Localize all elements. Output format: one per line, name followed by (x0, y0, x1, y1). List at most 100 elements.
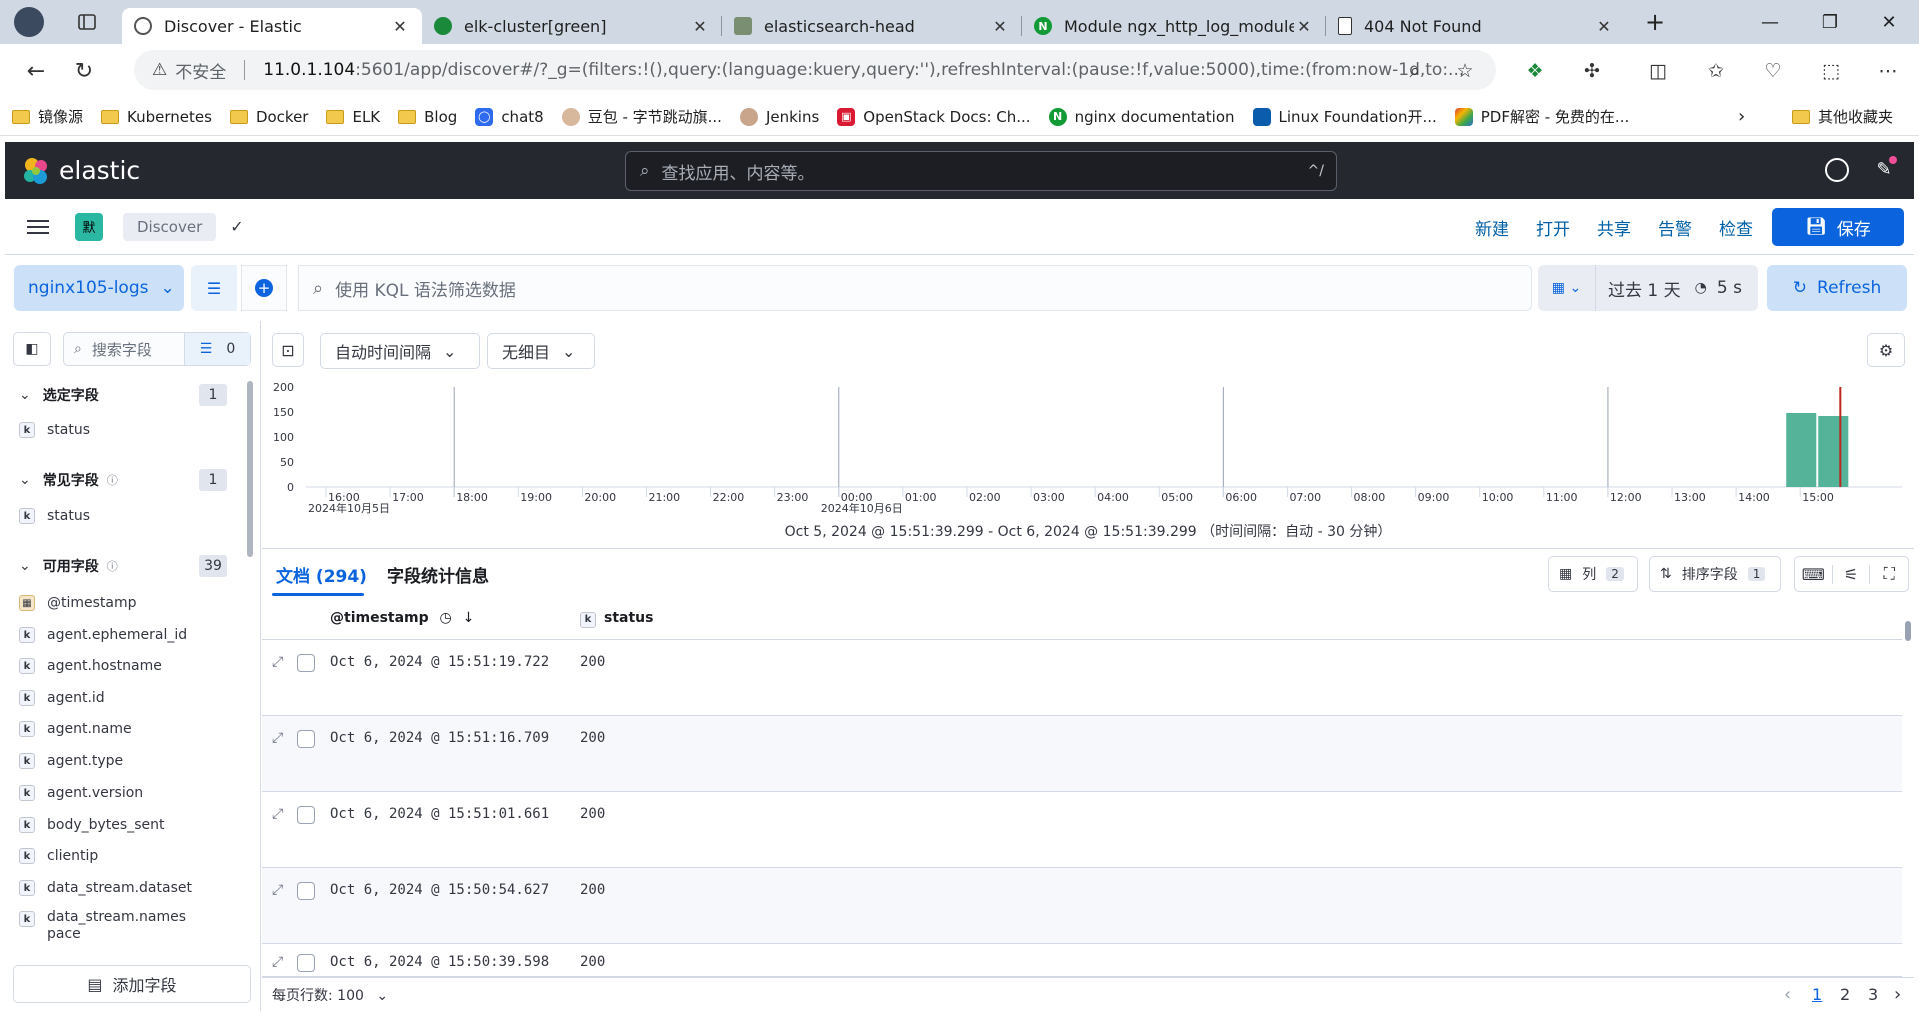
expand-icon[interactable]: ⤢ (272, 806, 283, 822)
expand-icon[interactable]: ⤢ (272, 882, 283, 898)
toggle-chart-icon[interactable]: ⊡ (272, 333, 304, 367)
url-bar[interactable]: ⚠ 不安全 11.0.1.104 :5601/app/discover#/?_g… (134, 50, 1496, 90)
field-item[interactable]: k clientip (5, 845, 245, 867)
filter-menu-icon[interactable]: ☰ (191, 265, 237, 311)
row-checkbox[interactable] (297, 954, 315, 972)
other-bookmarks-folder[interactable]: 其他收藏夹 (1792, 106, 1893, 127)
inspect-link[interactable]: 检查 (1719, 215, 1753, 240)
prev-page-icon[interactable]: ‹ (1784, 984, 1791, 1005)
field-item[interactable]: k agent.type (5, 750, 245, 772)
bookmark-folder[interactable]: ELK (326, 108, 380, 126)
table-row[interactable]: ⤢ Oct 6, 2024 @ 15:51:19.722 200 (262, 640, 1902, 716)
field-item[interactable]: k status (5, 419, 245, 441)
page-2[interactable]: 2 (1840, 985, 1850, 1004)
share-link[interactable]: 共享 (1597, 215, 1631, 240)
page-3[interactable]: 3 (1868, 985, 1878, 1004)
field-item[interactable]: k agent.ephemeral_id (5, 624, 245, 646)
add-field-button[interactable]: ▤ 添加字段 (13, 965, 251, 1003)
bookmark-folder[interactable]: 镜像源 (12, 106, 83, 127)
kql-search-input[interactable]: ⌕ 使用 KQL 语法筛选数据 (298, 265, 1532, 311)
sidebar-scrollbar[interactable] (247, 381, 253, 557)
screenshot-icon[interactable]: ⬚ (1816, 56, 1846, 86)
sort-fields-button[interactable]: ⇅ 排序字段 1 (1649, 556, 1781, 592)
field-item[interactable]: k agent.hostname (5, 655, 245, 677)
back-arrow-icon[interactable]: ← (18, 53, 54, 89)
performance-icon[interactable]: ♡ (1758, 56, 1788, 86)
close-icon[interactable]: ✕ (690, 17, 710, 36)
close-icon[interactable]: ✕ (390, 17, 410, 36)
refresh-button[interactable]: ↻ Refresh (1767, 265, 1907, 311)
global-search-input[interactable]: ⌕ 查找应用、内容等。 ^/ (625, 151, 1337, 191)
field-filter-icon[interactable]: ☰ 0 (184, 333, 250, 365)
table-row[interactable]: ⤢ Oct 6, 2024 @ 15:51:16.709 200 (262, 716, 1902, 792)
field-item[interactable]: k data_stream.names pace (5, 909, 245, 945)
selected-fields-section[interactable]: ⌄ 选定字段 1 (5, 383, 245, 407)
tab-elk-cluster[interactable]: elk-cluster[green] ✕ (422, 8, 722, 44)
available-fields-section[interactable]: ⌄ 可用字段 ⓘ 39 (5, 554, 245, 578)
zoom-icon[interactable]: ⌕ (1400, 56, 1430, 86)
extension-icon[interactable]: ❖ (1520, 56, 1550, 86)
field-item[interactable]: k agent.id (5, 687, 245, 709)
keyboard-icon[interactable]: ⌨ (1795, 564, 1833, 584)
window-close-icon[interactable]: ✕ (1859, 0, 1919, 44)
interval-selector[interactable]: 自动时间间隔 ⌄ (320, 333, 480, 369)
menu-hamburger-icon[interactable] (27, 216, 49, 238)
close-icon[interactable]: ✕ (1294, 17, 1314, 36)
table-row[interactable]: ⤢ Oct 6, 2024 @ 15:51:01.661 200 (262, 792, 1902, 868)
next-page-icon[interactable]: › (1894, 984, 1901, 1005)
field-item[interactable]: ▦ @timestamp (5, 592, 245, 614)
popular-fields-section[interactable]: ⌄ 常见字段 ⓘ 1 (5, 468, 245, 492)
table-row[interactable]: ⤢ Oct 6, 2024 @ 15:50:54.627 200 (262, 868, 1902, 944)
row-checkbox[interactable] (297, 806, 315, 824)
save-button[interactable]: 💾︎ 保存 (1772, 208, 1904, 246)
bookmark-link[interactable]: 豆包 - 字节跳动旗... (561, 106, 722, 127)
field-item[interactable]: k status (5, 505, 245, 527)
tab-nginx-module[interactable]: N Module ngx_http_log_module ✕ (1022, 8, 1326, 44)
bookmark-folder[interactable]: Blog (398, 108, 457, 126)
bookmark-link[interactable]: ◯ chat8 (475, 107, 544, 126)
bookmark-link[interactable]: ▣ OpenStack Docs: Ch... (837, 107, 1031, 126)
split-screen-icon[interactable]: ◫ (1643, 56, 1673, 86)
puzzle-icon[interactable]: ✣ (1577, 56, 1607, 86)
alerts-link[interactable]: 告警 (1658, 215, 1692, 240)
bookmark-link[interactable]: PDF解密 - 免费的在... (1454, 106, 1629, 127)
breadcrumb[interactable]: Discover (123, 212, 217, 241)
field-item[interactable]: k data_stream.dataset (5, 877, 245, 899)
calendar-icon[interactable]: ▦ ⌄ (1538, 265, 1596, 311)
bookmark-link[interactable]: Linux Foundation开... (1252, 106, 1437, 127)
breakdown-selector[interactable]: 无细目 ⌄ (487, 333, 595, 369)
expand-icon[interactable]: ⤢ (272, 954, 283, 970)
bookmark-link[interactable]: Nnginx documentation (1048, 107, 1235, 126)
tab-discover[interactable]: Discover - Elastic ✕ (122, 8, 422, 44)
tab-404[interactable]: 404 Not Found ✕ (1326, 8, 1626, 44)
expand-icon[interactable]: ⤢ (272, 730, 283, 746)
field-item[interactable]: k agent.name (5, 718, 245, 740)
column-header-status[interactable]: k status (580, 610, 653, 628)
news-feed-icon[interactable]: ✎ (1871, 156, 1897, 182)
rows-per-page-selector[interactable]: 每页行数: 100 ⌄ (272, 985, 388, 1005)
favorite-star-icon[interactable]: ☆ (1450, 56, 1480, 86)
restore-icon[interactable]: ❐ (1800, 0, 1860, 44)
field-item[interactable]: k body_bytes_sent (5, 814, 245, 836)
more-menu-icon[interactable]: ⋯ (1873, 56, 1903, 86)
collapse-sidebar-icon[interactable]: ◧ (13, 332, 51, 366)
close-icon[interactable]: ✕ (990, 17, 1010, 36)
add-filter-button[interactable]: + (241, 265, 287, 311)
profile-avatar-icon[interactable] (14, 7, 44, 37)
chevron-right-icon[interactable]: › (1738, 106, 1745, 127)
refresh-interval-icon[interactable]: ◔ (1695, 280, 1707, 296)
chart-options-icon[interactable]: ⚙ (1867, 333, 1905, 367)
bookmark-link[interactable]: Jenkins (739, 107, 819, 126)
table-row[interactable]: ⤢ Oct 6, 2024 @ 15:50:39.598 200 (262, 944, 1902, 977)
new-link[interactable]: 新建 (1475, 215, 1509, 240)
tab-actions-icon[interactable] (72, 7, 102, 37)
table-scrollbar[interactable] (1905, 621, 1911, 641)
fullscreen-icon[interactable]: ⛶ (1870, 564, 1908, 584)
data-view-picker[interactable]: nginx105-logs ⌄ (14, 265, 184, 311)
expand-icon[interactable]: ⤢ (272, 654, 283, 670)
columns-button[interactable]: ▦ 列 2 (1548, 556, 1638, 592)
tab-elasticsearch-head[interactable]: elasticsearch-head ✕ (722, 8, 1022, 44)
row-checkbox[interactable] (297, 882, 315, 900)
favorites-icon[interactable]: ✩ (1701, 56, 1731, 86)
bookmark-folder[interactable]: Kubernetes (101, 108, 212, 126)
